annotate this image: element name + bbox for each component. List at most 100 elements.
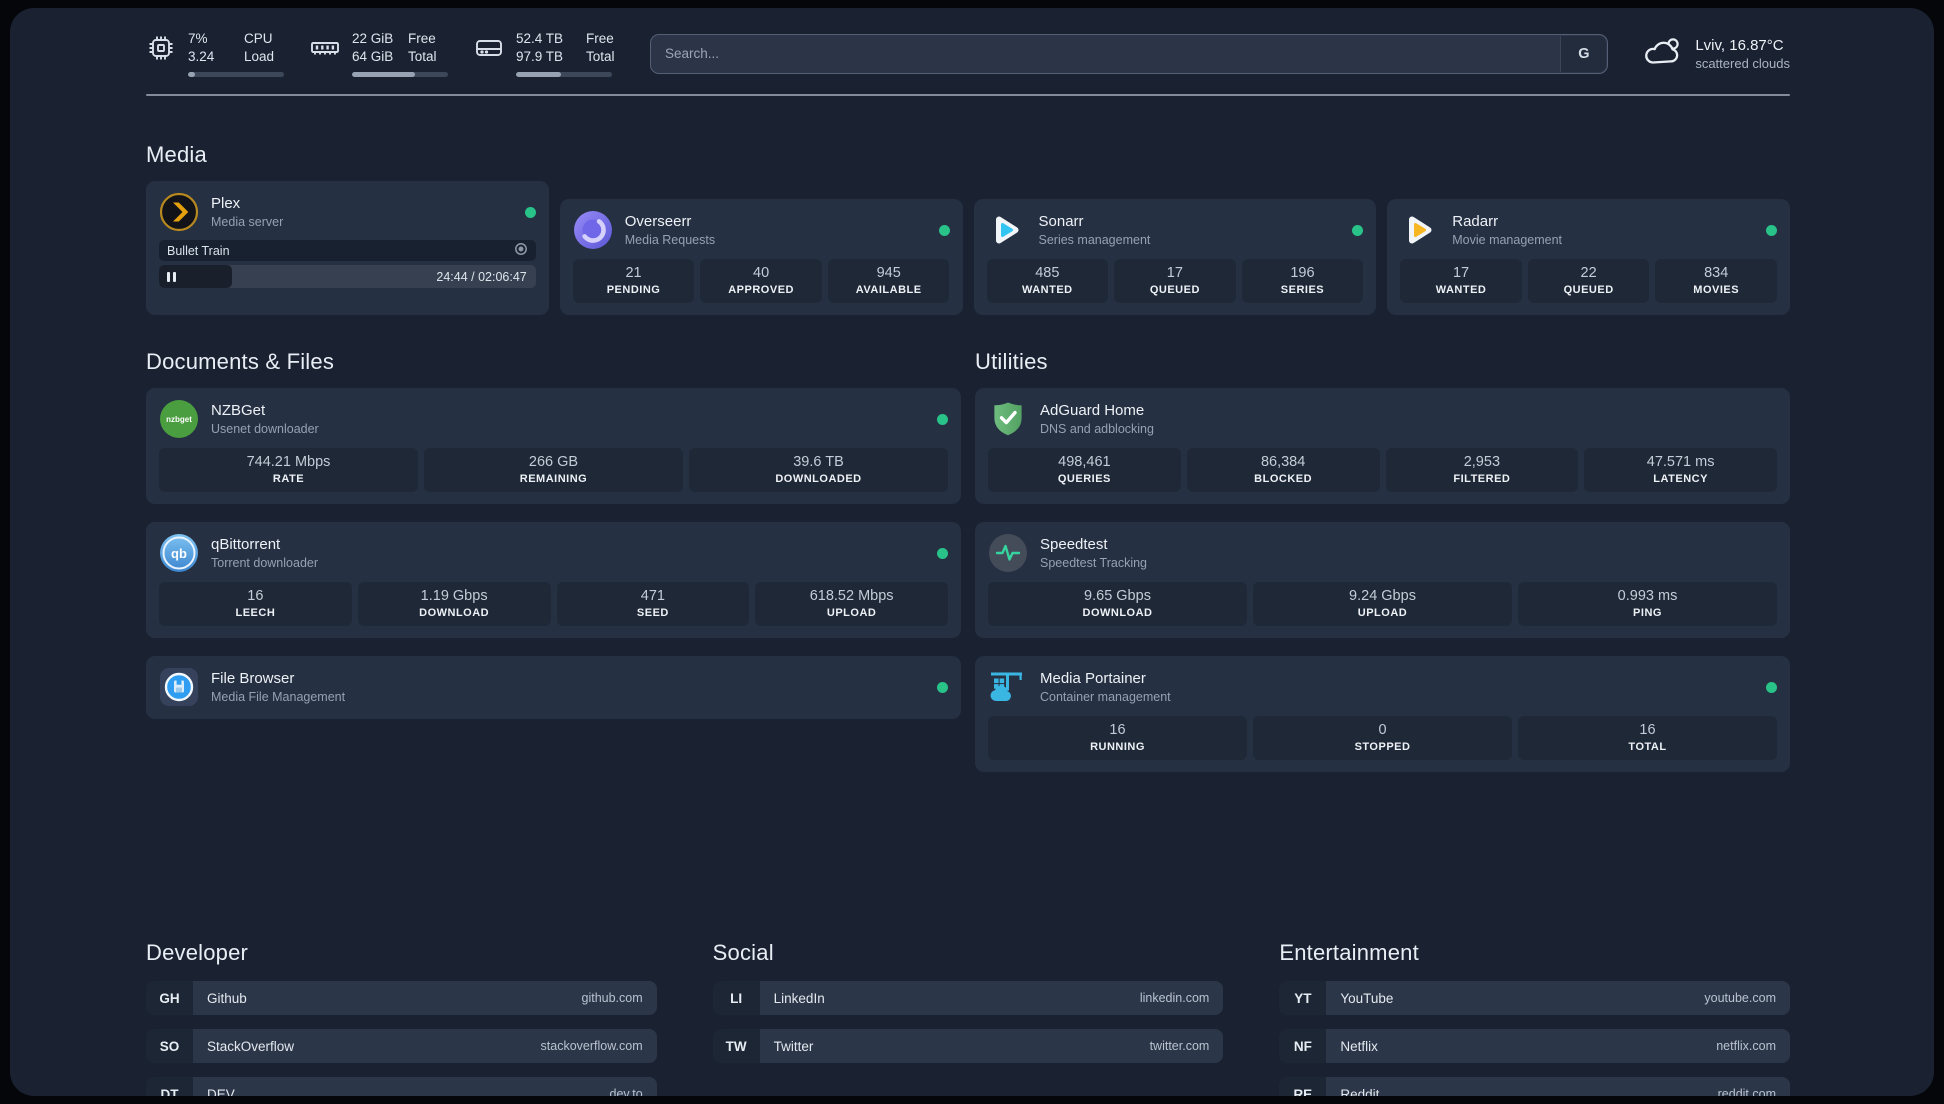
bookmark-stackoverflow[interactable]: SO StackOverflow stackoverflow.com [146,1029,657,1064]
service-card-sonarr[interactable]: Sonarr Series management 485 WANTED 17 QUE… [973,199,1377,316]
service-name: Speedtest [1040,536,1108,554]
stat-series: 196 SERIES [1241,259,1364,304]
playback-time: 24:44 / 02:06:47 [436,269,527,284]
stat-leech: 16 LEECH [159,582,352,627]
pause-button[interactable] [167,271,176,282]
status-dot [937,547,948,559]
bookmark-name: DEV [207,1086,235,1096]
service-description: Media server [211,215,284,230]
stat-queued: 17 QUEUED [1114,259,1236,304]
stat-movies: 834 MOVIES [1655,259,1777,304]
bookmark-name: Netflix [1340,1038,1378,1054]
bookmark-reddit[interactable]: RE Reddit reddit.com [1279,1077,1790,1096]
bookmarks-developer: Developer GH Github github.com SO StackOv… [146,940,657,1096]
service-card-adguard[interactable]: AdGuard Home DNS and adblocking 498,461 Q… [975,388,1790,505]
service-card-radarr[interactable]: Radarr Movie management 17 WANTED 22 QUEUE… [1387,199,1790,316]
bookmark-url: reddit.com [1717,1087,1776,1096]
stat-stopped: 0 STOPPED [1253,716,1512,761]
filebrowser-icon [159,667,199,707]
speedtest-icon [988,533,1028,573]
bookmark-name: StackOverflow [207,1038,295,1054]
stat-ping: 0.993 ms PING [1518,582,1777,627]
bookmarks-entertainment: Entertainment YT YouTube youtube.com NF N… [1279,940,1790,1096]
cpu-load: 3.24 [188,48,215,64]
cpu-widget: 7% 3.24 CPU Load [146,30,284,78]
now-playing-title: Bullet Train [167,243,230,258]
nzbget-icon: nzbget [159,399,199,439]
service-card-overseerr[interactable]: Overseerr Media Requests 21 PENDING 40 APP… [559,199,963,316]
service-description: Speedtest Tracking [1040,556,1148,571]
bookmark-url: github.com [581,991,643,1006]
stat-total: 16 TOTAL [1518,716,1777,761]
service-name: File Browser [211,670,295,688]
header-divider [146,94,1790,97]
service-description: Media Requests [624,233,716,248]
adguard-icon [988,399,1028,439]
media-group: Plex Media server Bullet Train 24:44 / 0… [146,181,1790,316]
service-description: Torrent downloader [211,556,319,571]
service-description: DNS and adblocking [1040,422,1154,437]
service-card-nzbget[interactable]: nzbget NZBGet Usenet downloader 744.21 M… [146,388,961,505]
ram-label-2: Total [408,48,437,64]
status-dot [1766,224,1777,236]
service-description: Movie management [1452,233,1563,248]
playback-progress: 24:44 / 02:06:47 [159,265,536,289]
disk-label-2: Total [586,48,615,64]
bookmark-name: LinkedIn [773,990,825,1006]
ram-free: 22 GiB [352,31,394,46]
service-card-speedtest[interactable]: Speedtest Speedtest Tracking 9.65 Gbps DO… [975,522,1790,639]
stat-upload: 9.24 Gbps UPLOAD [1253,582,1512,627]
stat-available: 945 AVAILABLE [827,259,950,304]
cpu-icon [146,33,176,63]
stat-blocked: 86,384 BLOCKED [1186,448,1380,493]
bookmark-abbr: RE [1279,1077,1327,1096]
now-playing-row: Bullet Train [159,240,536,262]
bookmark-github[interactable]: GH Github github.com [146,981,657,1016]
documents-group: Documents & Files nzbget NZBGet Usenet d [146,349,961,772]
bookmark-name: YouTube [1340,990,1394,1006]
bookmark-name: Github [207,990,247,1006]
stat-latency: 47.571 ms LATENCY [1584,448,1777,493]
stat-downloaded: 39.6 TB DOWNLOADED [689,448,948,493]
bookmark-abbr: SO [146,1029,193,1064]
section-title-entertainment: Entertainment [1279,940,1419,966]
service-card-qbittorrent[interactable]: qb qBittorrent Torrent downloader 16 LEEC… [146,522,961,639]
status-dot [1352,224,1364,236]
service-name: qBittorrent [211,536,281,554]
bookmark-dev[interactable]: DT DEV dev.to [146,1077,657,1096]
weather-location-temp: Lviv, 16.87°C [1695,36,1784,54]
status-dot [938,224,950,236]
ram-icon [310,33,340,63]
bookmark-twitter[interactable]: TW Twitter twitter.com [712,1029,1224,1064]
radarr-icon [1400,210,1440,250]
bookmark-netflix[interactable]: NF Netflix netflix.com [1279,1029,1790,1064]
cpu-progress-track [188,72,284,78]
bookmark-youtube[interactable]: YT YouTube youtube.com [1279,981,1790,1016]
service-card-filebrowser[interactable]: File Browser Media File Management [146,656,961,720]
disk-widget: 52.4 TB 97.9 TB Free Total [474,30,620,78]
stat-wanted: 17 WANTED [1400,259,1522,304]
bookmark-url: netflix.com [1716,1039,1776,1054]
stat-wanted: 485 WANTED [986,259,1109,304]
bookmark-url: youtube.com [1704,991,1776,1006]
cpu-label-1: CPU [244,31,273,46]
cpu-usage: 7% [188,31,208,46]
service-description: Usenet downloader [211,422,319,437]
bookmarks-social: Social LI LinkedIn linkedin.com TW Twitte… [712,940,1224,1096]
search-engine-button[interactable]: G [1560,35,1607,72]
service-description: Container management [1040,690,1171,705]
status-dot [937,413,948,425]
bookmark-linkedin[interactable]: LI LinkedIn linkedin.com [712,981,1224,1016]
sonarr-icon [987,210,1027,250]
plex-icon [159,192,199,232]
search-input[interactable] [650,33,1609,74]
system-stats: 7% 3.24 CPU Load 22 GiB 64 GiB Free Tota… [146,30,620,78]
disk-label-1: Free [586,31,614,46]
section-title-documents: Documents & Files [146,349,335,375]
bookmark-abbr: TW [712,1029,760,1064]
video-icon [514,242,528,259]
bookmark-url: dev.to [609,1087,643,1096]
section-title-media: Media [146,142,207,168]
service-card-portainer[interactable]: Media Portainer Container management 16 R… [975,656,1790,773]
service-card-plex[interactable]: Plex Media server Bullet Train 24:44 / 0… [146,181,549,316]
